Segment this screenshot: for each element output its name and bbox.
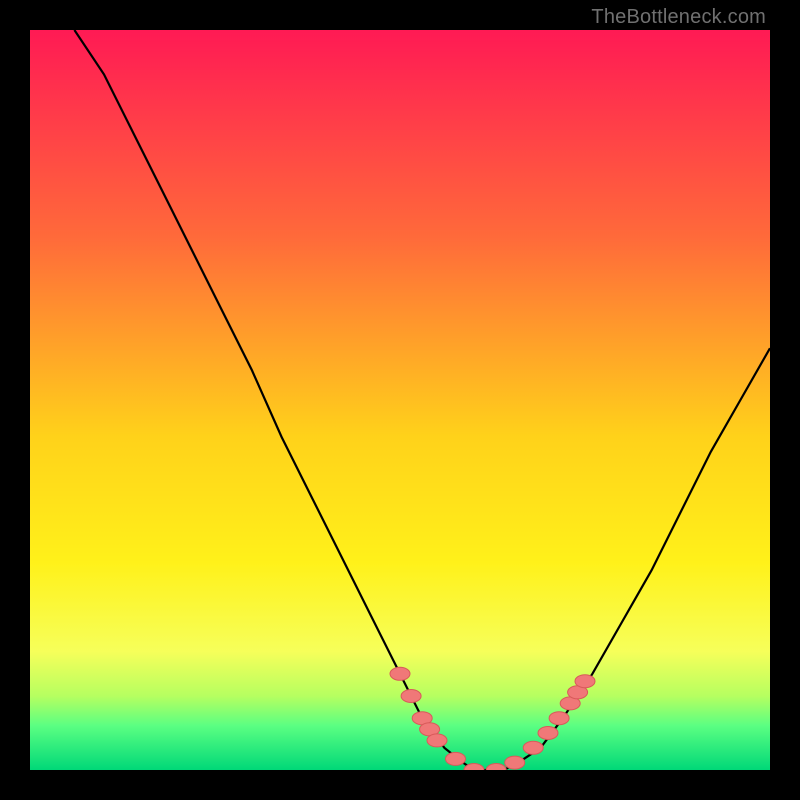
highlight-dot	[427, 734, 447, 747]
highlight-dot	[401, 690, 421, 703]
watermark-text: TheBottleneck.com	[591, 6, 766, 29]
highlight-dot	[549, 712, 569, 725]
highlight-dot	[538, 727, 558, 740]
highlight-dot	[505, 756, 525, 769]
plot-frame	[30, 30, 770, 770]
highlight-dot	[390, 667, 410, 680]
bottleneck-chart	[30, 30, 770, 770]
gradient-background	[30, 30, 770, 770]
highlight-dot	[575, 675, 595, 688]
highlight-dot	[523, 741, 543, 754]
highlight-dot	[446, 752, 466, 765]
